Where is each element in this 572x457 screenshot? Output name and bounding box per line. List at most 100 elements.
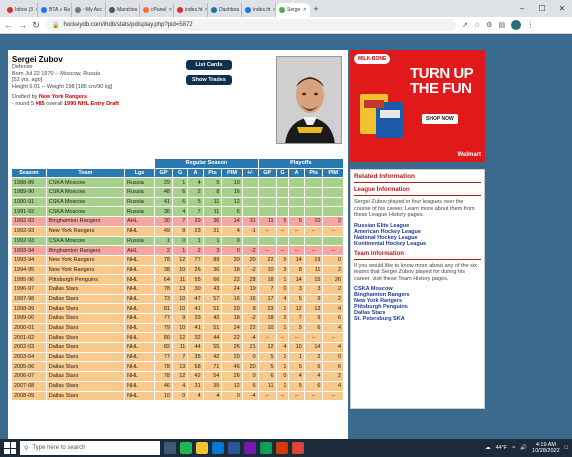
browser-tab[interactable]: Dashboa✕ [208,3,242,17]
team-link[interactable]: Dallas Stars [45,313,125,324]
draft-overall: overall [44,100,64,107]
table-cell: 5 [288,322,305,334]
table-cell [288,196,305,208]
extensions-icon[interactable]: ⚙ [486,21,492,29]
tab-label: cPanel [151,7,167,13]
column-header[interactable]: PIM [322,167,344,179]
app-icon[interactable] [260,442,272,454]
minimize-icon[interactable]: – [512,4,532,13]
tab-close-icon[interactable]: ✕ [303,7,307,13]
advertisement[interactable]: MILK-BONE TURN UP THE FUN SHOP NOW Walma… [350,50,485,162]
close-window-icon[interactable]: ✕ [552,4,572,13]
share-icon[interactable]: ↗ [462,21,468,29]
tab-close-icon[interactable]: ✕ [168,7,172,13]
team-history-link[interactable]: St. Petersburg SKA [354,316,481,322]
team-link[interactable]: CSKA Moscow [45,187,125,198]
url-field[interactable]: 🔒 hockeydb.com/ihdb/stats/pdisplay.php?p… [46,19,456,31]
table-cell: 2007-08 [11,380,47,392]
team-link[interactable]: Dallas Stars [45,371,125,382]
column-header[interactable]: G [275,167,290,179]
team-link[interactable]: Dallas Stars [45,351,125,363]
team-link[interactable]: Dallas Stars [45,332,125,344]
spotify-icon[interactable] [180,442,192,454]
reload-icon[interactable]: ↻ [32,20,40,31]
column-header[interactable]: G [171,167,189,179]
team-link[interactable]: Dallas Stars [45,390,125,402]
column-header[interactable]: Season [11,167,47,179]
task-view-icon[interactable] [164,442,176,454]
column-header[interactable]: +/- [241,167,259,179]
table-cell [257,235,277,247]
onenote-icon[interactable] [244,442,256,454]
league-link[interactable]: Kontinental Hockey League [354,241,481,247]
table-cell: -- [288,245,305,256]
browser-tab[interactable]: index.ht✕ [174,3,208,17]
draft-link[interactable]: 1990 NHL Entry Draft [64,101,119,107]
column-header[interactable]: Pts [202,167,223,179]
table-cell: 1 [202,235,223,247]
team-link[interactable]: Binghamton Rangers [45,216,125,227]
team-link[interactable]: Dallas Stars [45,380,125,392]
new-tab-button[interactable]: + [310,3,322,17]
column-header[interactable]: A [288,167,305,179]
maximize-icon[interactable]: ☐ [532,4,552,13]
table-row: 1991-92 CSKA Moscow Russia 36 4 7 11 6 [11,206,344,218]
column-header[interactable]: Lge [123,167,156,179]
ad-shop-now-button[interactable]: SHOP NOW [422,114,458,124]
browser-tab[interactable]: Manches✕ [106,3,140,17]
column-header[interactable]: GP [257,167,277,179]
star-icon[interactable]: ☆ [474,21,480,29]
browser-tab[interactable]: index.ht✕ [242,3,276,17]
list-cards-button[interactable]: List Cards [186,60,232,70]
browser-tab[interactable]: BTA » Ra✕ [38,3,72,17]
team-link[interactable]: Binghamton Rangers [45,245,125,256]
team-link[interactable]: New York Rangers [45,225,125,237]
browser-tab[interactable]: Inbox (3✕ [4,3,38,17]
column-header[interactable]: Team [45,167,125,179]
taskbar-clock[interactable]: 4:19 AM 10/28/2022 [532,442,560,455]
taskbar-search[interactable]: ⚲ Type here to search [20,441,160,455]
team-link[interactable]: Dallas Stars [45,303,125,314]
browser-tab[interactable]: cPanel ✕ [140,3,174,17]
volume-icon[interactable]: 🔊 [520,445,527,451]
draft-team-link[interactable]: New York Rangers [39,94,87,100]
column-header[interactable]: Pts [303,167,324,179]
team-link[interactable]: CSKA Moscow [45,235,125,247]
chrome-icon[interactable] [292,442,304,454]
table-cell: 1 [275,322,290,334]
table-row: 2007-08 Dallas Stars NHL 46 4 31 35 12 6 11 1 5 6 4 [11,380,344,392]
wifi-icon[interactable]: ≈ [512,445,515,451]
team-link[interactable]: Dallas Stars [45,283,125,295]
menu-icon[interactable]: ⋮ [527,21,534,29]
weather-icon[interactable]: ☁ [485,445,491,451]
team-link[interactable]: CSKA Moscow [45,206,125,218]
column-header[interactable]: GP [154,167,173,179]
mail-icon[interactable] [212,442,224,454]
forward-icon[interactable]: → [18,20,27,30]
table-cell: 1 [171,245,189,256]
file-explorer-icon[interactable] [196,442,208,454]
browser-tab[interactable]: ~My Acc✕ [72,3,106,17]
team-link[interactable]: Dallas Stars [45,322,125,334]
word-icon[interactable] [228,442,240,454]
team-link[interactable]: CSKA Moscow [45,196,125,208]
back-icon[interactable]: ← [4,20,13,30]
team-link[interactable]: Dallas Stars [45,361,125,373]
profile-avatar[interactable] [511,20,522,30]
app-icon-2[interactable] [276,442,288,454]
table-cell [288,177,305,189]
team-link[interactable]: New York Rangers [45,264,125,276]
browser-tab[interactable]: Serge ✕ [276,3,310,17]
table-cell: -- [288,390,305,402]
team-link[interactable]: Dallas Stars [45,342,125,353]
team-link[interactable]: Dallas Stars [45,293,125,305]
column-header[interactable]: A [187,167,204,179]
windows-start-icon[interactable] [4,442,16,454]
team-link[interactable]: New York Rangers [45,254,125,266]
team-link[interactable]: CSKA Moscow [45,177,125,189]
sidebar-toggle-icon[interactable]: ▤ [498,21,505,29]
notifications-icon[interactable]: □ [565,445,568,451]
team-link[interactable]: Pittsburgh Penguins [45,274,125,285]
column-header[interactable]: PIM [221,167,243,179]
show-trades-button[interactable]: Show Trades [186,75,232,85]
